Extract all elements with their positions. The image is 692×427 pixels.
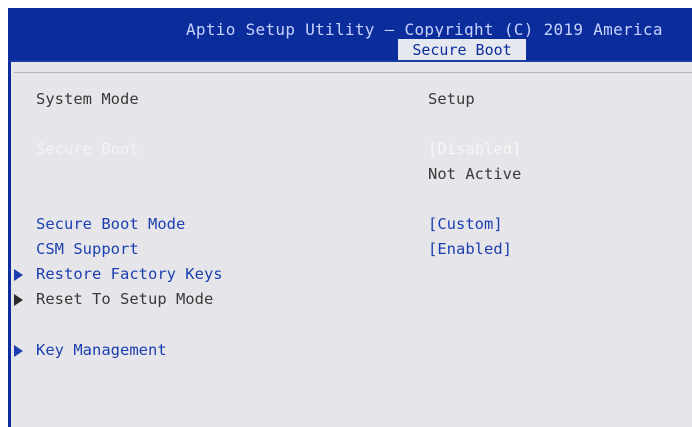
triangle-right-icon <box>14 345 23 357</box>
system-mode-label: System Mode <box>36 90 139 108</box>
submenu-reset-to-setup-mode[interactable]: Reset To Setup Mode <box>36 290 213 308</box>
submenu-restore-factory-keys[interactable]: Restore Factory Keys <box>36 265 223 283</box>
tab-secure-boot[interactable]: Secure Boot <box>396 37 528 60</box>
triangle-right-icon <box>14 294 23 306</box>
submenu-key-management[interactable]: Key Management <box>36 341 167 359</box>
secure-boot-mode-value[interactable]: [Custom] <box>428 215 503 233</box>
header-bar: Aptio Setup Utility – Copyright (C) 2019… <box>8 8 692 60</box>
csm-support-label[interactable]: CSM Support <box>36 240 139 258</box>
triangle-right-icon <box>14 269 23 281</box>
secure-boot-mode-label[interactable]: Secure Boot Mode <box>36 215 185 233</box>
bios-screen: Aptio Setup Utility – Copyright (C) 2019… <box>0 0 692 427</box>
secure-boot-label[interactable]: Secure Boot <box>36 140 139 158</box>
secure-boot-value[interactable]: [Disabled] <box>428 140 521 158</box>
secure-boot-status-value: Not Active <box>428 165 522 183</box>
csm-support-value[interactable]: [Enabled] <box>428 240 512 258</box>
system-mode-value: Setup <box>428 90 475 108</box>
